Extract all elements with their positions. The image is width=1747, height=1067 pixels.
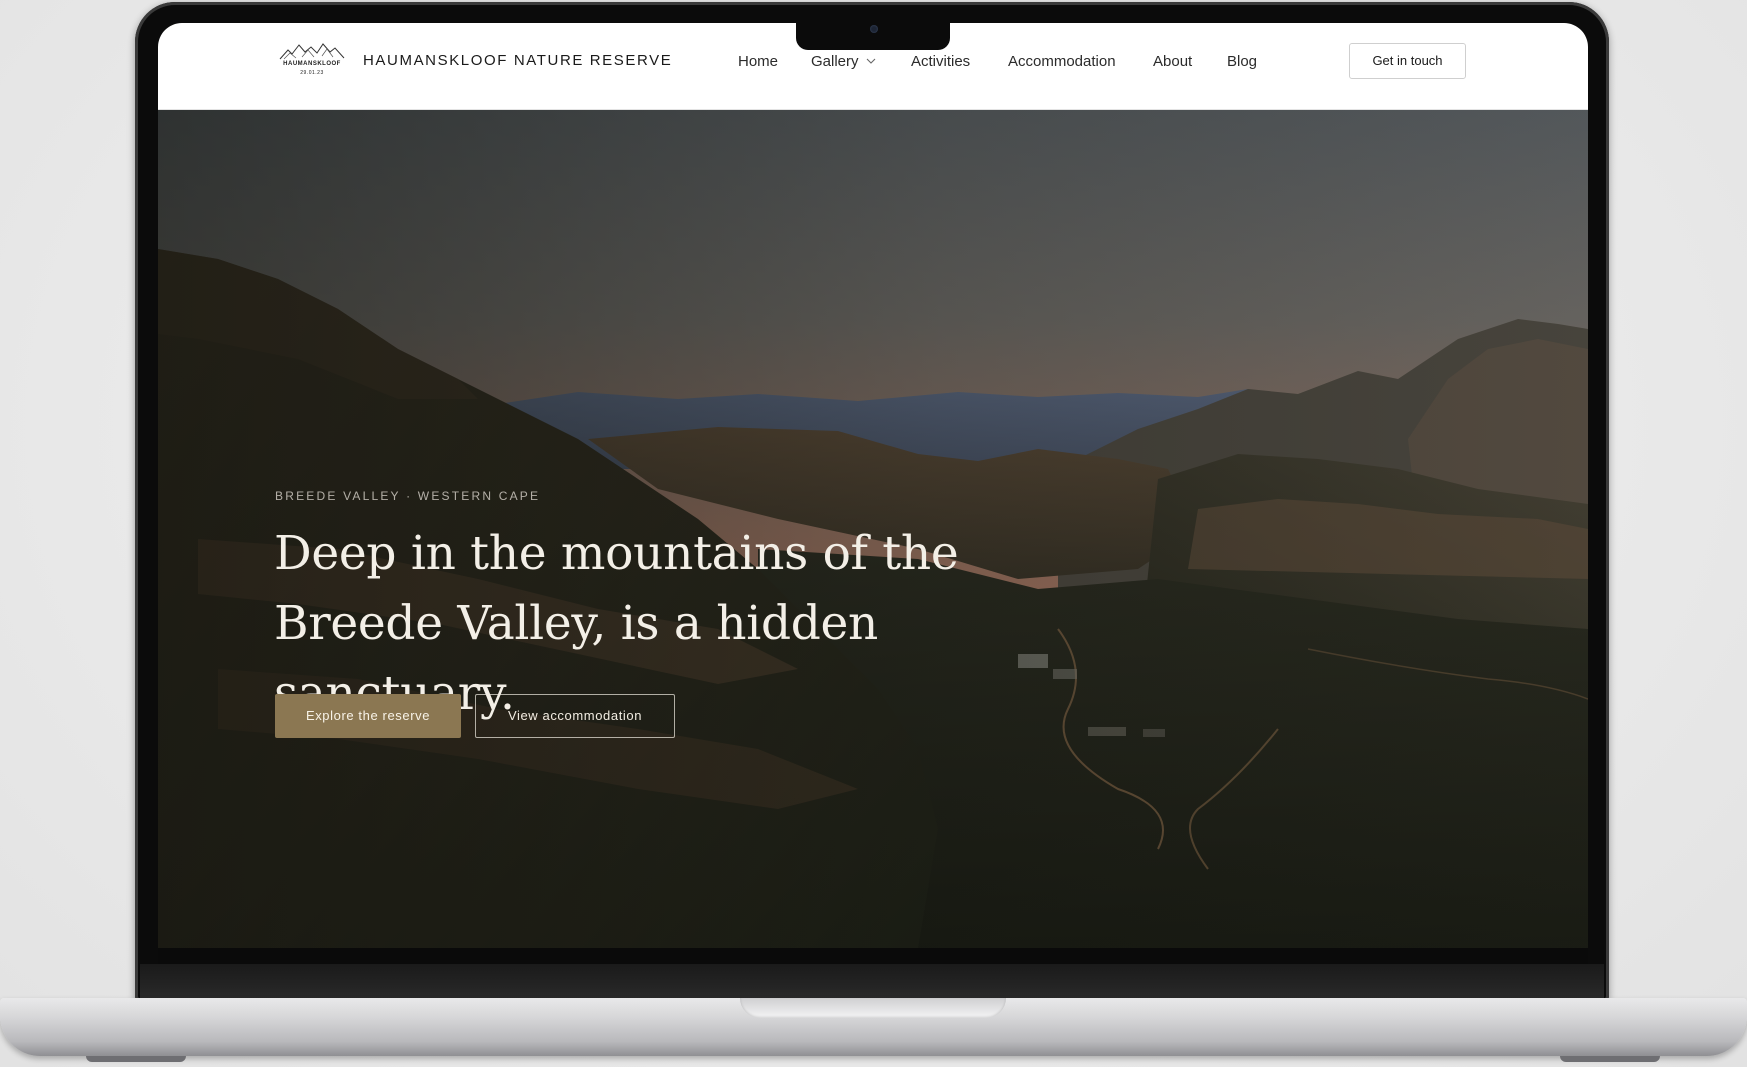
laptop-foot-right — [1560, 1056, 1660, 1062]
laptop-hinge — [140, 964, 1604, 1002]
hero-section: BREEDE VALLEY · WESTERN CAPE Deep in the… — [158, 109, 1588, 948]
nav-item-activities[interactable]: Activities — [911, 53, 970, 70]
nav-item-label: About — [1153, 53, 1193, 70]
nav-item-about[interactable]: About — [1153, 53, 1192, 70]
nav-item-label: Blog — [1227, 53, 1258, 70]
laptop-screen: HAUMANSKLOOF 29.01.23 HAUMANSKLOOF NATUR… — [158, 23, 1588, 948]
nav-item-gallery[interactable]: Gallery — [811, 53, 876, 70]
nav-item-blog[interactable]: Blog — [1227, 53, 1257, 70]
hero-heading-line-1: Deep in the mountains of the — [274, 526, 959, 581]
laptop-opening-notch — [740, 998, 1006, 1018]
screen-bezel-bottom — [158, 948, 1588, 964]
nav-item-label: Accommodation — [1008, 53, 1116, 70]
hero-eyebrow: BREEDE VALLEY · WESTERN CAPE — [275, 489, 541, 503]
logo-date-text: 29.01.23 — [300, 70, 324, 76]
camera-icon — [870, 25, 878, 33]
laptop-foot-left — [86, 1056, 186, 1062]
nav-item-label: Activities — [911, 53, 971, 70]
nav-item-accommodation[interactable]: Accommodation — [1008, 53, 1116, 70]
nav-item-home[interactable]: Home — [738, 53, 778, 70]
chevron-down-icon — [866, 58, 875, 64]
get-in-touch-button[interactable]: Get in touch — [1349, 43, 1466, 79]
explore-reserve-button[interactable]: Explore the reserve — [275, 694, 461, 738]
nav-item-label: Home — [738, 53, 779, 70]
view-accommodation-button[interactable]: View accommodation — [475, 694, 675, 738]
site-title[interactable]: HAUMANSKLOOF NATURE RESERVE — [363, 52, 672, 69]
logo-name-text: HAUMANSKLOOF — [283, 61, 341, 67]
nav-item-label: Gallery — [811, 53, 859, 70]
